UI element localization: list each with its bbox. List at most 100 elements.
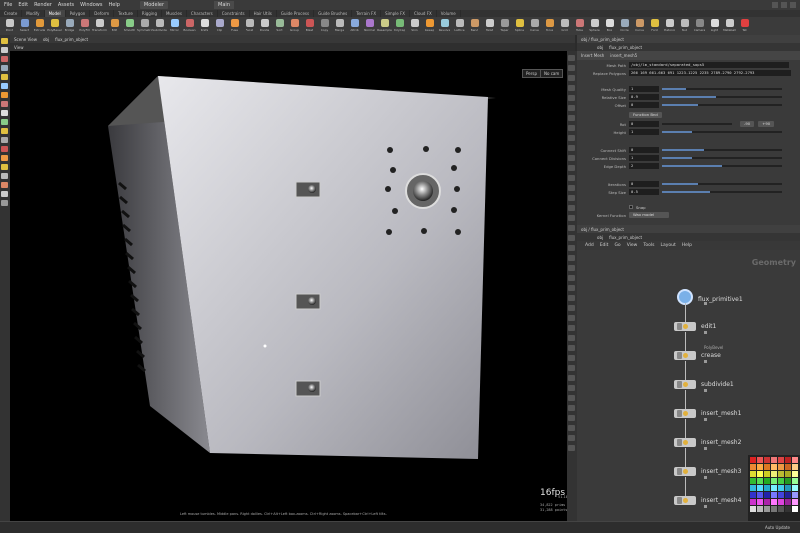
shelf-tab[interactable]: Hair Utils	[250, 10, 277, 17]
display-option-icon[interactable]	[568, 445, 575, 451]
display-option-icon[interactable]	[568, 195, 575, 201]
param-slider[interactable]	[662, 165, 782, 167]
shelf-tab[interactable]: Constraints	[218, 10, 250, 17]
color-swatch[interactable]	[750, 506, 756, 512]
color-swatch[interactable]	[785, 464, 791, 470]
rot-slider[interactable]	[662, 123, 732, 125]
left-tool-icon[interactable]	[1, 137, 8, 143]
display-option-icon[interactable]	[568, 155, 575, 161]
left-tool-icon[interactable]	[1, 101, 8, 107]
display-option-icon[interactable]	[568, 275, 575, 281]
color-swatch[interactable]	[771, 485, 777, 491]
shelf-tool[interactable]: Fuse	[227, 17, 242, 35]
color-swatch[interactable]	[750, 499, 756, 505]
color-swatch[interactable]	[750, 478, 756, 484]
color-swatch[interactable]	[764, 457, 770, 463]
param-slider[interactable]	[662, 88, 782, 90]
scene-viewport[interactable]: Persp No cam 16fps 51.18ms 34,822 prims …	[10, 51, 575, 521]
param-field[interactable]: 0.9	[629, 94, 659, 100]
display-option-icon[interactable]	[568, 105, 575, 111]
shelf-tool[interactable]: Revolve	[437, 17, 452, 35]
color-swatch[interactable]	[764, 471, 770, 477]
shelf-tool[interactable]: Box	[602, 17, 617, 35]
shelf-tab[interactable]: Muscles	[162, 10, 187, 17]
shelf-tool[interactable]: Font	[647, 17, 662, 35]
main-selector[interactable]: Main	[214, 1, 234, 9]
param-slider[interactable]	[662, 96, 782, 98]
color-swatch[interactable]	[764, 506, 770, 512]
color-swatch[interactable]	[792, 485, 798, 491]
net-menu-edit[interactable]: Edit	[600, 243, 609, 248]
rot-field[interactable]: 0	[629, 121, 659, 127]
color-swatch[interactable]	[792, 464, 798, 470]
color-swatch[interactable]	[771, 457, 777, 463]
shelf-tool[interactable]: Resample	[377, 17, 392, 35]
color-swatch[interactable]	[764, 485, 770, 491]
network-node[interactable]: insert_mesh3	[674, 467, 741, 479]
display-option-icon[interactable]	[568, 405, 575, 411]
display-option-icon[interactable]	[568, 175, 575, 181]
color-swatch[interactable]	[757, 485, 763, 491]
network-node[interactable]: insert_mesh4	[674, 496, 741, 508]
viewport-path-obj[interactable]: obj	[43, 37, 49, 42]
shelf-tool[interactable]: PolyBevel	[47, 17, 62, 35]
param-slider[interactable]	[662, 149, 782, 151]
shelf-tab[interactable]: Terrain FX	[352, 10, 382, 17]
display-option-icon[interactable]	[568, 305, 575, 311]
left-tool-icon[interactable]	[1, 164, 8, 170]
param-field[interactable]: 1	[629, 155, 659, 161]
left-tool-icon[interactable]	[1, 146, 8, 152]
viewport-geometry[interactable]	[10, 51, 575, 521]
rot-plus-button[interactable]: +90	[758, 121, 775, 127]
param-slider[interactable]	[662, 183, 782, 185]
display-option-icon[interactable]	[568, 285, 575, 291]
menu-assets[interactable]: Assets	[58, 2, 74, 8]
net-path-node[interactable]: flux_prim_object	[609, 235, 642, 240]
color-swatch[interactable]	[792, 492, 798, 498]
menu-edit[interactable]: Edit	[18, 2, 28, 8]
display-option-icon[interactable]	[568, 165, 575, 171]
color-swatch[interactable]	[785, 506, 791, 512]
left-tool-icon[interactable]	[1, 110, 8, 116]
shelf-tool[interactable]: Taper	[497, 17, 512, 35]
network-node[interactable]: insert_mesh2	[674, 438, 741, 450]
shelf-tool[interactable]: Torus	[542, 17, 557, 35]
param-field[interactable]: 2	[629, 163, 659, 169]
shelf-tab[interactable]: Deform	[90, 10, 115, 17]
shelf-tool[interactable]: Light	[707, 17, 722, 35]
shelf-tool[interactable]: Select	[17, 17, 32, 35]
color-swatch[interactable]	[778, 457, 784, 463]
color-swatch[interactable]	[757, 492, 763, 498]
shelf-tab[interactable]: Guide Brushes	[314, 10, 353, 17]
display-option-icon[interactable]	[568, 205, 575, 211]
display-option-icon[interactable]	[568, 395, 575, 401]
persp-menu[interactable]: Persp	[522, 69, 541, 78]
param-slider[interactable]	[662, 191, 782, 193]
shelf-tool[interactable]: Sphere	[587, 17, 602, 35]
display-option-icon[interactable]	[568, 115, 575, 121]
shelf-tab[interactable]: Model	[44, 10, 66, 17]
color-swatch[interactable]	[778, 464, 784, 470]
color-swatch[interactable]	[792, 457, 798, 463]
rot-minus-button[interactable]: -90	[740, 121, 755, 127]
display-option-icon[interactable]	[568, 365, 575, 371]
display-option-icon[interactable]	[568, 295, 575, 301]
param-slider[interactable]	[662, 157, 782, 159]
left-tool-icon[interactable]	[1, 56, 8, 62]
net-menu-layout[interactable]: Layout	[660, 243, 675, 248]
left-tool-icon[interactable]	[1, 191, 8, 197]
display-option-icon[interactable]	[568, 315, 575, 321]
shelf-tool[interactable]: PolyFill	[77, 17, 92, 35]
net-menu-go[interactable]: Go	[614, 243, 620, 248]
net-menu-add[interactable]: Add	[585, 243, 594, 248]
shelf-tool[interactable]: Carve	[527, 17, 542, 35]
left-tool-icon[interactable]	[1, 155, 8, 161]
display-option-icon[interactable]	[568, 85, 575, 91]
net-menu-help[interactable]: Help	[682, 243, 692, 248]
maximize-icon[interactable]	[781, 2, 787, 8]
shelf-tab[interactable]: Create	[0, 10, 23, 17]
color-swatch[interactable]	[757, 478, 763, 484]
left-tool-icon[interactable]	[1, 65, 8, 71]
display-option-icon[interactable]	[568, 65, 575, 71]
shelf-tool[interactable]: Transform	[92, 17, 107, 35]
